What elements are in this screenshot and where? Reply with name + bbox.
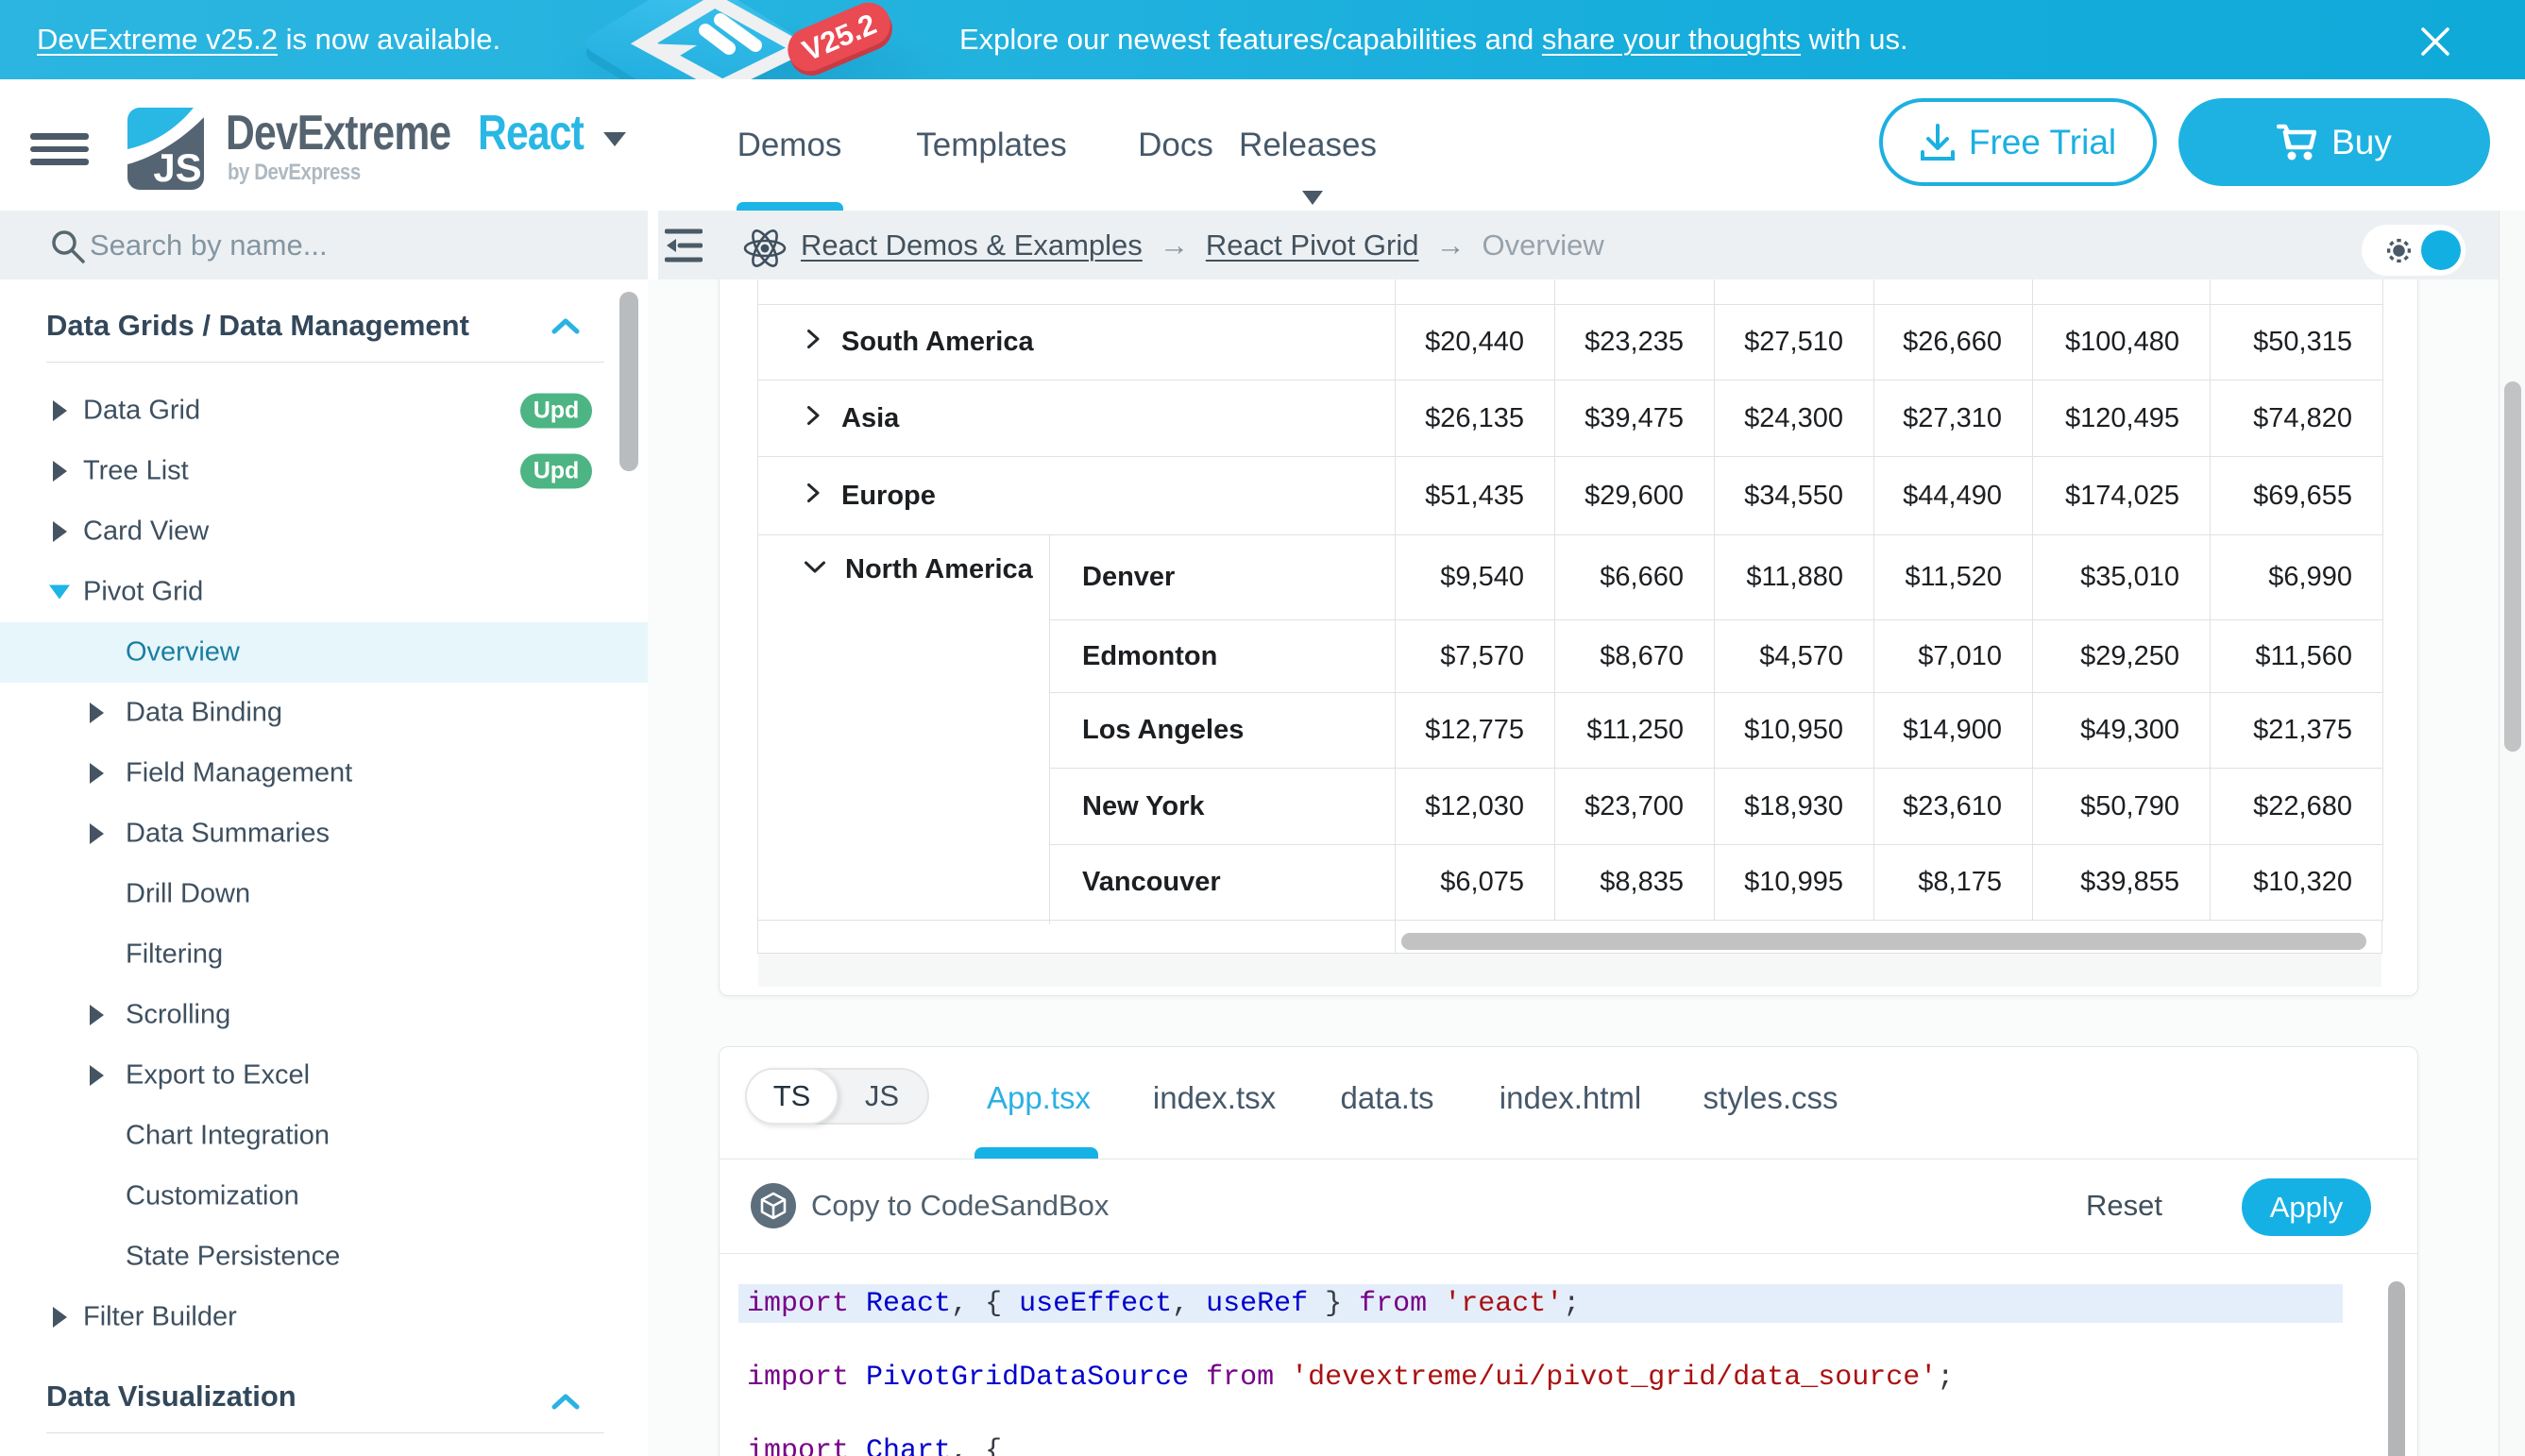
svg-text:JS: JS: [153, 145, 201, 190]
